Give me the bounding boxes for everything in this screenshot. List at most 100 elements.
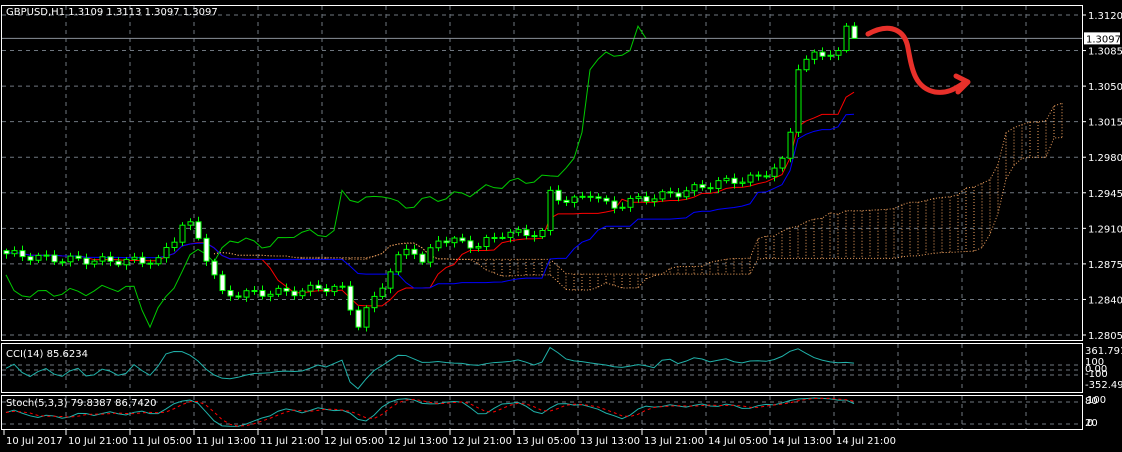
stoch-axis: 80 100 20 0 — [1085, 395, 1106, 429]
candle — [291, 290, 298, 297]
candle — [531, 235, 538, 238]
candle — [331, 285, 338, 293]
candle — [451, 237, 458, 244]
cci-max-label: 361.791 — [1085, 346, 1122, 357]
candle — [115, 260, 122, 266]
time-axis[interactable]: 10 Jul 2017 10 Jul 21:00 11 Jul 05:00 11 Ju… — [3, 430, 896, 447]
candle — [107, 256, 114, 262]
candle — [387, 271, 394, 289]
candle — [67, 255, 74, 263]
candle — [435, 240, 442, 249]
candle — [523, 229, 530, 237]
candle — [659, 191, 666, 200]
candle — [131, 256, 138, 260]
time-tick-label: 13 Jul 21:00 — [644, 436, 704, 447]
candle — [75, 255, 82, 259]
candle — [635, 196, 642, 199]
time-tick-label: 14 Jul 21:00 — [836, 436, 896, 447]
time-tick-label: 12 Jul 05:00 — [324, 436, 384, 447]
candle — [675, 192, 682, 198]
candle — [379, 287, 386, 297]
candle — [643, 196, 650, 202]
price-axis[interactable]: 1.3120 1.3085 1.3050 1.3015 1.2980 1.2945 1.29… — [1082, 11, 1122, 342]
candle — [139, 256, 146, 264]
candle — [99, 256, 106, 262]
candle — [507, 231, 514, 238]
candle — [323, 288, 330, 293]
price-tick-label: 1.2945 — [1088, 189, 1122, 200]
candle — [155, 257, 162, 265]
stoch-100-label: 100 — [1087, 395, 1106, 406]
candle — [547, 189, 554, 231]
time-tick-label: 11 Jul 21:00 — [260, 436, 320, 447]
candle — [579, 195, 586, 198]
candle — [3, 250, 10, 255]
candle — [147, 262, 154, 265]
price-tick-label: 1.2910 — [1088, 224, 1122, 235]
candle — [83, 257, 90, 265]
candle — [763, 175, 770, 178]
candle — [771, 167, 778, 177]
candle — [555, 189, 562, 201]
candle — [747, 174, 754, 183]
chikou-span-line — [5, 25, 647, 329]
candle — [363, 307, 370, 328]
candle — [819, 51, 826, 57]
cci-minus100-label: -100 — [1085, 369, 1108, 380]
candle — [11, 250, 18, 255]
candle — [187, 221, 194, 226]
candle — [315, 284, 322, 290]
candle — [595, 196, 602, 199]
candle — [403, 248, 410, 256]
candle — [755, 174, 762, 177]
candle — [539, 229, 546, 238]
candle — [667, 191, 674, 194]
candle — [243, 290, 250, 298]
candle — [715, 180, 722, 189]
time-tick-label: 10 Jul 2017 — [6, 436, 63, 447]
candle — [851, 25, 858, 39]
price-tick-label: 1.2840 — [1088, 295, 1122, 306]
candle — [51, 254, 58, 263]
time-tick-label: 13 Jul 13:00 — [580, 436, 640, 447]
time-tick-label: 14 Jul 05:00 — [708, 436, 768, 447]
time-tick-label: 14 Jul 13:00 — [772, 436, 832, 447]
candle — [563, 199, 570, 203]
price-chart[interactable]: GBPUSD,H1 1.3109 1.3113 1.3097 1.3097 CC… — [0, 0, 1122, 452]
time-tick-label: 12 Jul 13:00 — [388, 436, 448, 447]
time-tick-label: 11 Jul 13:00 — [196, 436, 256, 447]
candle — [27, 256, 34, 261]
time-tick-label: 10 Jul 21:00 — [68, 436, 128, 447]
candle — [459, 237, 466, 242]
time-tick-label: 13 Jul 05:00 — [516, 436, 576, 447]
candle — [227, 290, 234, 297]
cci-axis: 361.791 100 0.00 -100 -352.498 — [1085, 346, 1122, 391]
candle — [611, 200, 618, 209]
candle — [267, 293, 274, 297]
candle — [699, 184, 706, 189]
candle — [731, 177, 738, 184]
candle — [587, 195, 594, 198]
cloud-edge — [213, 137, 1063, 275]
candle — [355, 309, 362, 328]
cci-min-label: -352.498 — [1085, 380, 1122, 391]
price-tick-label: 1.3085 — [1088, 47, 1122, 58]
candle — [171, 241, 178, 249]
candle — [691, 184, 698, 192]
price-tick-label: 1.2805 — [1088, 331, 1122, 342]
candle — [723, 177, 730, 182]
candle — [123, 258, 130, 266]
candle — [483, 236, 490, 248]
candle — [707, 187, 714, 190]
cci-line — [5, 346, 855, 390]
candle — [835, 50, 842, 56]
candle — [603, 197, 610, 202]
panel-frames — [1, 5, 1083, 430]
candle — [371, 295, 378, 309]
price-tick-label: 1.2875 — [1088, 260, 1122, 271]
candle — [427, 247, 434, 263]
candle — [251, 290, 258, 293]
candle — [275, 287, 282, 295]
candle — [347, 285, 354, 311]
oscillators — [5, 346, 855, 427]
